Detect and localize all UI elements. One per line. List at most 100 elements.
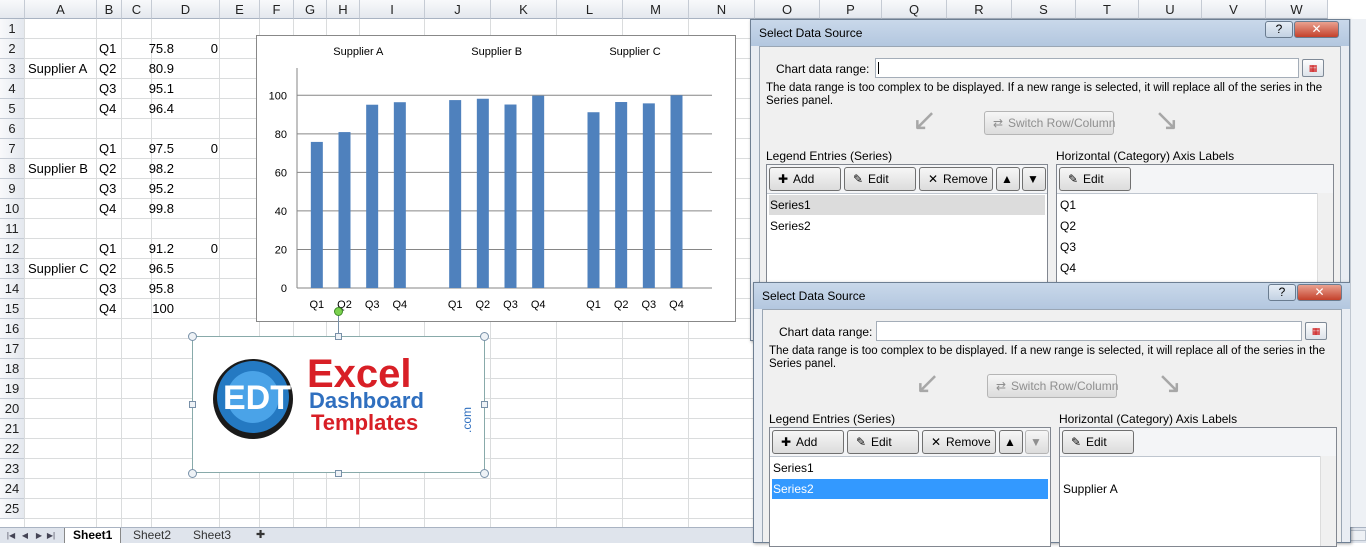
row-header-7[interactable]: 7 — [0, 139, 25, 159]
row-header-1[interactable]: 1 — [0, 19, 25, 39]
row-header-12[interactable]: 12 — [0, 239, 25, 259]
list-item[interactable]: Series1 — [769, 195, 1045, 215]
row-header-24[interactable]: 24 — [0, 479, 25, 499]
resize-handle[interactable] — [335, 333, 342, 340]
move-up-button[interactable]: ▲ — [999, 430, 1023, 454]
column-header-d[interactable]: D — [152, 0, 220, 19]
switch-row-column-button[interactable]: ⇄ Switch Row/Column — [984, 111, 1115, 135]
move-down-button[interactable]: ▼ — [1025, 430, 1049, 454]
column-header-m[interactable]: M — [623, 0, 689, 19]
column-header-f[interactable]: F — [260, 0, 294, 19]
row-header-19[interactable]: 19 — [0, 379, 25, 399]
column-header-i[interactable]: I — [360, 0, 425, 19]
gridline — [25, 518, 755, 519]
resize-handle[interactable] — [480, 469, 489, 478]
insert-sheet-icon[interactable]: ✚ — [248, 528, 273, 543]
help-button[interactable]: ? — [1265, 21, 1293, 38]
first-sheet-icon[interactable]: |◀ — [6, 530, 16, 541]
remove-series-button[interactable]: ✕ Remove — [922, 430, 996, 454]
close-button[interactable]: ✕ — [1297, 284, 1342, 301]
select-all-corner[interactable] — [0, 0, 25, 19]
row-header-17[interactable]: 17 — [0, 339, 25, 359]
column-header-n[interactable]: N — [689, 0, 755, 19]
column-header-q[interactable]: Q — [882, 0, 947, 19]
row-header-8[interactable]: 8 — [0, 159, 25, 179]
close-button[interactable]: ✕ — [1294, 21, 1339, 38]
column-header-o[interactable]: O — [755, 0, 820, 19]
help-button[interactable]: ? — [1268, 284, 1296, 301]
sheet-vertical-scrollbar[interactable] — [1350, 19, 1366, 527]
excel-dashboard-templates-logo[interactable]: EDT Excel Dashboard Templates .com — [192, 336, 485, 473]
row-header-13[interactable]: 13 — [0, 259, 25, 279]
column-header-j[interactable]: J — [425, 0, 491, 19]
prev-sheet-icon[interactable]: ◀ — [20, 530, 30, 541]
edit-series-button[interactable]: ✎ Edit — [847, 430, 919, 454]
row-header-22[interactable]: 22 — [0, 439, 25, 459]
column-header-p[interactable]: P — [820, 0, 882, 19]
rotate-handle[interactable] — [334, 307, 343, 316]
collapse-dialog-button[interactable]: ▦ — [1302, 59, 1324, 77]
row-header-9[interactable]: 9 — [0, 179, 25, 199]
row-header-3[interactable]: 3 — [0, 59, 25, 79]
row-header-20[interactable]: 20 — [0, 399, 25, 419]
row-header-15[interactable]: 15 — [0, 299, 25, 319]
row-header-25[interactable]: 25 — [0, 499, 25, 519]
column-header-c[interactable]: C — [122, 0, 152, 19]
next-sheet-icon[interactable]: ▶ — [34, 530, 44, 541]
move-up-button[interactable]: ▲ — [996, 167, 1020, 191]
row-header-6[interactable]: 6 — [0, 119, 25, 139]
column-header-l[interactable]: L — [557, 0, 623, 19]
resize-handle[interactable] — [189, 401, 196, 408]
chart-range-input[interactable] — [875, 58, 1299, 78]
list-item[interactable]: Series1 — [772, 458, 1048, 478]
column-header-b[interactable]: B — [97, 0, 122, 19]
column-header-s[interactable]: S — [1012, 0, 1076, 19]
row-header-5[interactable]: 5 — [0, 99, 25, 119]
resize-handle[interactable] — [481, 401, 488, 408]
tab-sheet2[interactable]: Sheet2 — [125, 528, 179, 543]
bar-chart[interactable]: 0 20 40 60 80 100 Q1 Q2 Q3 Q4 Q1 Q2 Q3 Q4 Q1 Q2 Q3 Q4 Supp… — [256, 35, 736, 322]
collapse-dialog-button[interactable]: ▦ — [1305, 322, 1327, 340]
edit-axis-button[interactable]: ✎ Edit — [1059, 167, 1131, 191]
row-header-4[interactable]: 4 — [0, 79, 25, 99]
last-sheet-icon[interactable]: ▶| — [46, 530, 56, 541]
resize-handle[interactable] — [480, 332, 489, 341]
remove-series-button[interactable]: ✕ Remove — [919, 167, 993, 191]
edit-axis-button[interactable]: ✎ Edit — [1062, 430, 1134, 454]
row-header-21[interactable]: 21 — [0, 419, 25, 439]
tab-sheet1[interactable]: Sheet1 — [64, 528, 122, 543]
row-header-2[interactable]: 2 — [0, 39, 25, 59]
row-header-11[interactable]: 11 — [0, 219, 25, 239]
row-header-23[interactable]: 23 — [0, 459, 25, 479]
chart-range-input[interactable] — [876, 321, 1302, 341]
column-header-k[interactable]: K — [491, 0, 557, 19]
column-header-r[interactable]: R — [947, 0, 1012, 19]
row-header-10[interactable]: 10 — [0, 199, 25, 219]
row-header-14[interactable]: 14 — [0, 279, 25, 299]
column-header-w[interactable]: W — [1266, 0, 1328, 19]
column-header-a[interactable]: A — [25, 0, 97, 19]
tab-sheet3[interactable]: Sheet3 — [185, 528, 239, 543]
row-header-18[interactable]: 18 — [0, 359, 25, 379]
list-item[interactable]: Series2 — [769, 216, 1045, 236]
resize-handle[interactable] — [188, 469, 197, 478]
add-series-button[interactable]: ✚ Add — [772, 430, 844, 454]
list-item[interactable]: Series2 — [772, 479, 1048, 499]
resize-handle[interactable] — [188, 332, 197, 341]
switch-row-column-button[interactable]: ⇄ Switch Row/Column — [987, 374, 1118, 398]
move-down-button[interactable]: ▼ — [1022, 167, 1046, 191]
column-header-v[interactable]: V — [1202, 0, 1266, 19]
row-header-16[interactable]: 16 — [0, 319, 25, 339]
edit-series-button[interactable]: ✎ Edit — [844, 167, 916, 191]
resize-handle[interactable] — [335, 470, 342, 477]
axis-labels-list[interactable]: ✎ Edit Supplier A — [1059, 427, 1337, 547]
column-header-t[interactable]: T — [1076, 0, 1139, 19]
vertical-scrollbar[interactable] — [1320, 456, 1336, 546]
column-header-e[interactable]: E — [220, 0, 260, 19]
legend-entries-list[interactable]: ✚ Add ✎ Edit ✕ Remove ▲ ▼ Series1 Series2 — [769, 427, 1051, 547]
column-header-g[interactable]: G — [294, 0, 327, 19]
cell-value: 96.5 — [148, 261, 174, 276]
column-header-u[interactable]: U — [1139, 0, 1202, 19]
add-series-button[interactable]: ✚ Add — [769, 167, 841, 191]
column-header-h[interactable]: H — [327, 0, 360, 19]
